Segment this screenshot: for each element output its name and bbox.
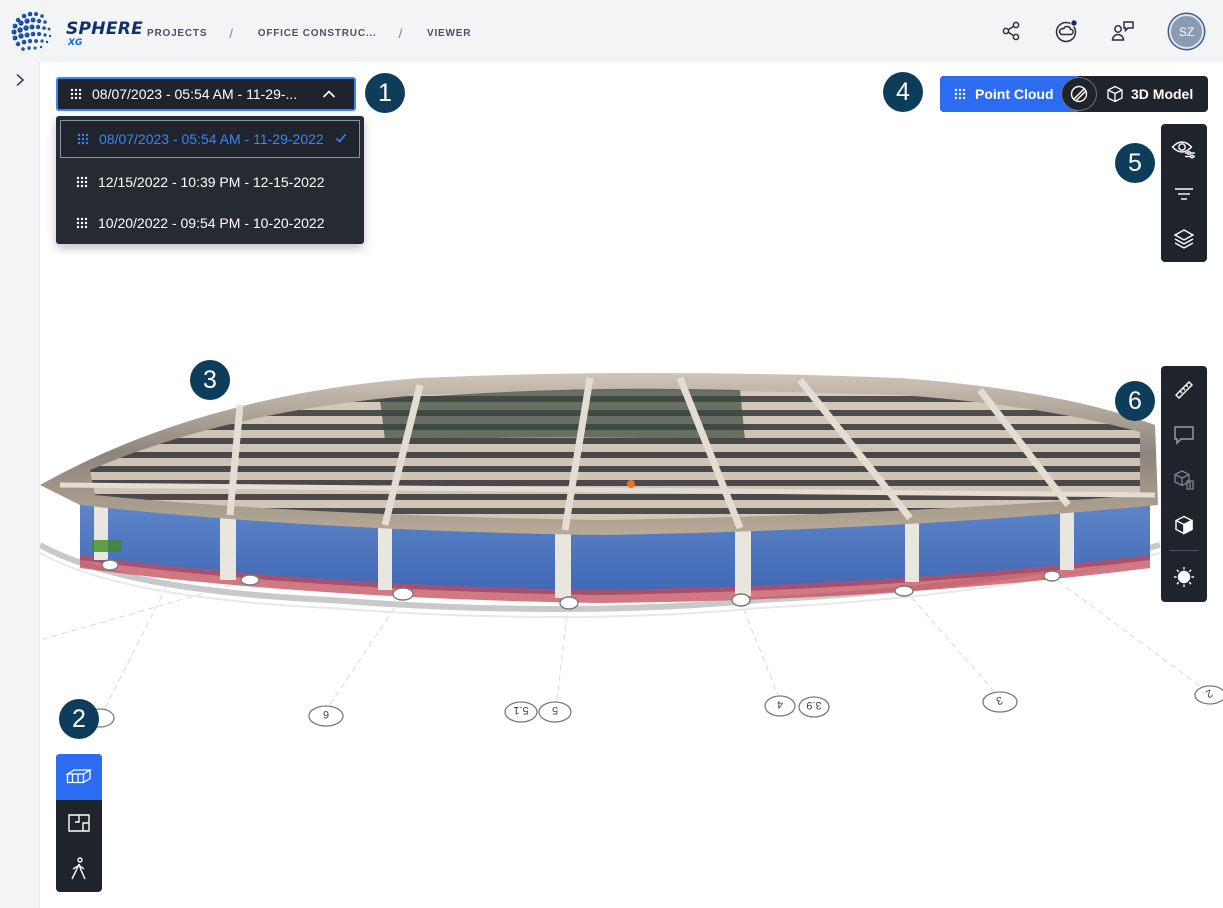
callout-2: 2: [59, 699, 99, 739]
grid-label-3-9: 3.9: [806, 699, 821, 711]
ruler-icon: [1175, 380, 1193, 399]
grid-label-bubbles: 6 5.1 5 4 3.9 3 2: [85, 685, 1223, 728]
breadcrumb-project-name[interactable]: OFFICE CONSTRUC...: [258, 28, 377, 39]
view-mode-toggle: Point Cloud 3D Model: [940, 76, 1208, 112]
cube-icon: [1175, 515, 1193, 535]
capture-date-option-label: 10/20/2022 - 09:54 PM - 10-20-2022: [98, 214, 325, 231]
cube-icon: [1107, 85, 1123, 103]
capture-date-dropdown: 08/07/2023 - 05:54 AM - 11-29-2022 12/15…: [56, 116, 364, 244]
grid-label-4: 4: [777, 698, 783, 710]
user-avatar[interactable]: SZ: [1169, 14, 1204, 49]
grid-dots-icon: [76, 176, 88, 187]
brightness-icon: [1174, 566, 1194, 587]
measure-button[interactable]: [1161, 367, 1207, 412]
chevron-up-icon: [322, 90, 336, 98]
capture-date-option-label: 08/07/2023 - 05:54 AM - 11-29-2022: [99, 131, 324, 147]
breadcrumb-separator: /: [229, 26, 234, 41]
walk-view-button[interactable]: [56, 846, 102, 892]
comment-icon: [1174, 425, 1194, 445]
point-cloud-button[interactable]: Point Cloud: [940, 76, 1078, 112]
toolbar-divider: [1169, 550, 1199, 551]
logo-subtext: XG: [68, 38, 83, 48]
compare-button[interactable]: [1161, 457, 1207, 502]
grid-dots-icon: [77, 133, 89, 145]
point-cloud-label: Point Cloud: [975, 86, 1054, 102]
capture-date-option[interactable]: 08/07/2023 - 05:54 AM - 11-29-2022: [60, 120, 360, 158]
chevron-right-icon: [16, 73, 25, 87]
capture-date-value: 08/07/2023 - 05:54 AM - 11-29-...: [92, 86, 298, 102]
left-panel-rail: [0, 62, 40, 908]
grid-dots-icon: [76, 217, 88, 228]
3d-view-button[interactable]: [56, 754, 102, 800]
cloud-notification-icon: [1055, 19, 1078, 43]
3d-view-icon: [66, 769, 92, 784]
callout-1: 1: [365, 73, 405, 113]
breadcrumb-separator: /: [398, 26, 403, 41]
grid-dots-icon: [70, 88, 82, 100]
grid-label-5: 5: [552, 704, 558, 716]
callout-4: 4: [883, 72, 923, 112]
brightness-button[interactable]: [1161, 554, 1207, 599]
capture-date-option-label: 12/15/2022 - 10:39 PM - 12-15-2022: [98, 173, 325, 190]
annotation-button[interactable]: [1161, 412, 1207, 457]
clipping-box-button[interactable]: [1161, 502, 1207, 547]
floorplan-view-button[interactable]: [56, 800, 102, 846]
sync-notifications-button[interactable]: [1054, 18, 1080, 44]
walk-icon: [71, 857, 86, 880]
view-type-toolbar: [56, 754, 102, 892]
3d-model-label: 3D Model: [1131, 86, 1194, 102]
breadcrumb-projects[interactable]: PROJECTS: [147, 28, 207, 39]
compare-icon: [1174, 469, 1194, 490]
overlay-toggle-button[interactable]: [1061, 77, 1097, 111]
breadcrumb-viewer[interactable]: VIEWER: [427, 28, 471, 39]
filter-button[interactable]: [1161, 171, 1207, 216]
floorplan-icon: [68, 814, 90, 832]
feedback-button[interactable]: [1110, 18, 1136, 44]
share-button[interactable]: [998, 18, 1024, 44]
grid-dots-icon: [954, 88, 966, 100]
sphere-globe-icon: [11, 11, 52, 51]
capture-date-option[interactable]: 12/15/2022 - 10:39 PM - 12-15-2022: [60, 161, 360, 202]
logo-text: SPHERE: [66, 19, 144, 39]
share-icon: [1002, 21, 1020, 41]
grid-label-5-1: 5.1: [513, 704, 528, 716]
capture-date-option[interactable]: 10/20/2022 - 09:54 PM - 10-20-2022: [60, 202, 360, 243]
eye-settings-icon: [1171, 140, 1195, 159]
checkmark-icon: [335, 133, 347, 143]
expand-panel-button[interactable]: [10, 70, 30, 90]
capture-date-select[interactable]: 08/07/2023 - 05:54 AM - 11-29-...: [56, 77, 356, 111]
user-initials: SZ: [1178, 24, 1195, 39]
callout-6: 6: [1115, 381, 1155, 421]
callout-3: 3: [190, 360, 230, 400]
scan-artifact: [92, 540, 122, 552]
user-feedback-icon: [1111, 21, 1134, 41]
callout-5: 5: [1115, 143, 1155, 183]
visibility-settings-button[interactable]: [1161, 126, 1207, 171]
breadcrumb: PROJECTS / OFFICE CONSTRUC... / VIEWER: [147, 26, 471, 41]
sphere-logo[interactable]: SPHERE XG: [10, 8, 143, 54]
app-header: SPHERE XG PROJECTS / OFFICE CONSTRUC... …: [0, 0, 1223, 62]
layers-icon: [1173, 228, 1195, 249]
filter-icon: [1175, 187, 1193, 200]
overlay-icon: [1070, 85, 1088, 103]
layers-button[interactable]: [1161, 216, 1207, 261]
3d-model-button[interactable]: 3D Model: [1106, 76, 1193, 112]
visibility-toolbar: [1161, 124, 1207, 262]
grid-label-6: 6: [323, 708, 329, 720]
tools-toolbar: [1161, 366, 1207, 602]
camera-position-marker[interactable]: [627, 480, 635, 488]
